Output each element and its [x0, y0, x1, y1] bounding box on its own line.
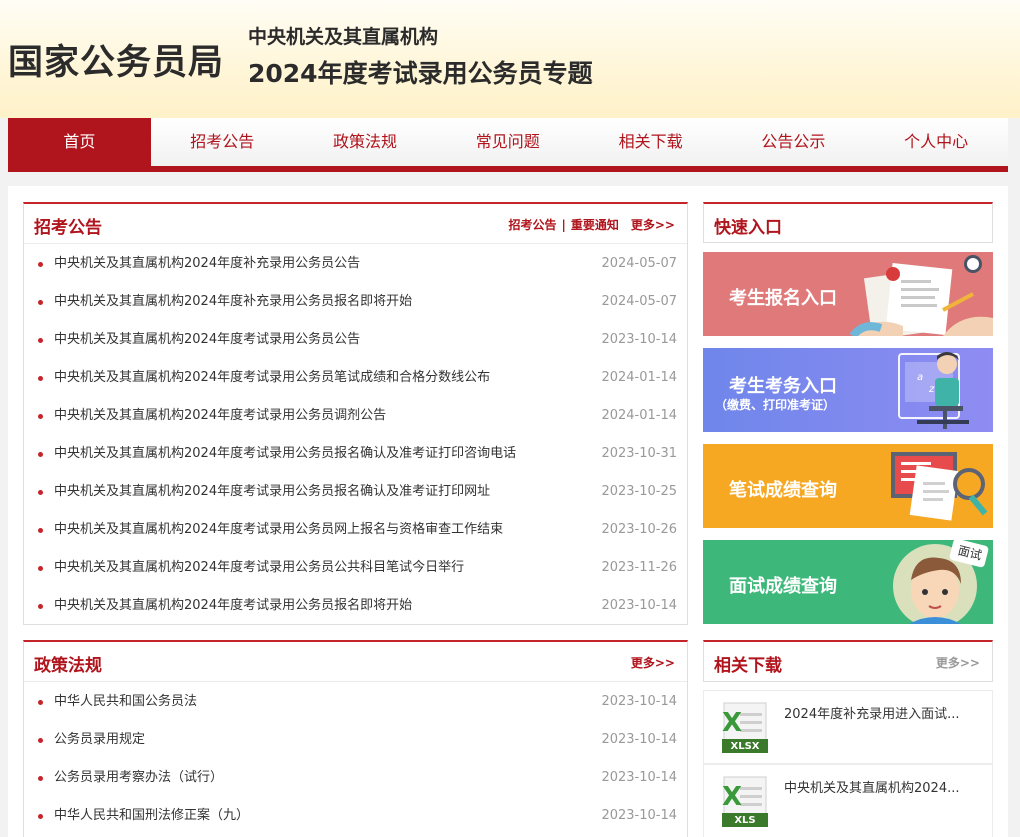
- article-link[interactable]: 中央机关及其直属机构2024年度考试录用公务员报名即将开始: [54, 598, 412, 613]
- nav-faq[interactable]: 常见问题: [436, 118, 579, 166]
- article-date: 2023-10-31: [601, 446, 677, 461]
- nav-personal[interactable]: 个人中心: [865, 118, 1008, 166]
- policy-panel: 政策法规 更多>> 中华人民共和国公务员法 2023-10-14 公务员录用规定 2…: [23, 640, 688, 837]
- list-item: 中央机关及其直属机构2024年度考试录用公务员报名确认及准考证打印咨询电话 202…: [24, 435, 687, 473]
- article-date: 2023-10-14: [601, 732, 677, 747]
- article-link[interactable]: 中华人民共和国刑法修正案（九）: [54, 808, 249, 823]
- site-logo[interactable]: 国家公务员局: [8, 34, 224, 85]
- svg-text:X: X: [722, 708, 742, 738]
- downloads-panel: 相关下载 更多>>: [703, 640, 993, 682]
- svg-text:z: z: [928, 384, 935, 395]
- article-link[interactable]: 中央机关及其直属机构2024年度补充录用公务员报名即将开始: [54, 294, 412, 309]
- quick-entry-panel: 快速入口: [703, 202, 993, 243]
- nav-downloads[interactable]: 相关下载: [579, 118, 722, 166]
- written-score-query-label: 笔试成绩查询: [729, 480, 837, 501]
- article-link[interactable]: 中央机关及其直属机构2024年度考试录用公务员公共科目笔试今日举行: [54, 560, 464, 575]
- article-link[interactable]: 中央机关及其直属机构2024年度考试录用公务员调剂公告: [54, 408, 386, 423]
- article-link[interactable]: 中央机关及其直属机构2024年度补充录用公务员公告: [54, 256, 360, 271]
- article-date: 2024-05-07: [601, 294, 677, 309]
- list-item: 中华人民共和国公务员法 2023-10-14: [24, 683, 687, 721]
- notice-link[interactable]: 重要通知: [571, 218, 619, 232]
- article-date: 2024-05-07: [601, 256, 677, 271]
- main-nav: 首页 招考公告 政策法规 常见问题 相关下载 公告公示 个人中心: [8, 118, 1008, 172]
- download-file-name: 中央机关及其直属机构2024...: [784, 781, 960, 796]
- recruit-panel-title: 招考公告: [34, 218, 102, 238]
- policy-more-link[interactable]: 更多>>: [631, 656, 675, 670]
- svg-text:X: X: [722, 782, 742, 812]
- list-item: 中央机关及其直属机构2024年度考试录用公务员公共科目笔试今日举行 2023-11…: [24, 549, 687, 587]
- exam-services-entry-label: 考生考务入口: [729, 376, 837, 397]
- article-date: 2024-01-14: [601, 408, 677, 423]
- list-item: 中央机关及其直属机构2024年度补充录用公务员报名即将开始 2024-05-07: [24, 283, 687, 321]
- article-link[interactable]: 中央机关及其直属机构2024年度考试录用公务员报名确认及准考证打印咨询电话: [54, 446, 516, 461]
- list-item: 公务员录用考察办法（试行） 2023-10-14: [24, 759, 687, 797]
- article-date: 2024-01-14: [601, 370, 677, 385]
- interview-score-query-button[interactable]: 面试 面试成绩查询: [703, 540, 993, 624]
- article-link[interactable]: 中华人民共和国公务员法: [54, 694, 197, 709]
- article-link[interactable]: 公务员录用考察办法（试行）: [54, 770, 223, 785]
- article-link[interactable]: 公务员录用规定: [54, 732, 145, 747]
- list-item: 公务员录用规定 2023-10-14: [24, 721, 687, 759]
- svg-text:a: a: [917, 372, 923, 383]
- registration-entry-label: 考生报名入口: [729, 288, 837, 309]
- downloads-panel-title: 相关下载: [714, 656, 782, 676]
- article-date: 2023-10-26: [601, 522, 677, 537]
- nav-notices[interactable]: 公告公示: [722, 118, 865, 166]
- exam-services-entry-sublabel: （缴费、打印准考证）: [715, 398, 836, 412]
- article-date: 2023-10-14: [601, 332, 677, 347]
- article-date: 2023-11-26: [601, 560, 677, 575]
- article-link[interactable]: 中央机关及其直属机构2024年度考试录用公务员报名确认及准考证打印网址: [54, 484, 490, 499]
- interview-score-query-label: 面试成绩查询: [729, 576, 837, 597]
- recruit-list: 中央机关及其直属机构2024年度补充录用公务员公告 2024-05-07 中央机关…: [24, 244, 687, 625]
- header-subtitle: 中央机关及其直属机构: [248, 26, 439, 48]
- header-title: 2024年度考试录用公务员专题: [248, 59, 593, 88]
- recruit-panel: 招考公告 招考公告 | 重要通知 更多>> 中央机关及其直属机构2024年度补充录用公…: [23, 202, 688, 625]
- list-item: 中央机关及其直属机构2024年度考试录用公务员网上报名与资格审查工作结束 2023…: [24, 511, 687, 549]
- article-link[interactable]: 中央机关及其直属机构2024年度考试录用公务员网上报名与资格审查工作结束: [54, 522, 503, 537]
- article-date: 2023-10-14: [601, 808, 677, 823]
- download-item[interactable]: X XLS 中央机关及其直属机构2024...: [703, 764, 993, 837]
- article-date: 2023-10-14: [601, 770, 677, 785]
- policy-panel-title: 政策法规: [34, 656, 102, 676]
- written-score-query-button[interactable]: 笔试成绩查询: [703, 444, 993, 528]
- policy-list: 中华人民共和国公务员法 2023-10-14 公务员录用规定 2023-10-14 …: [24, 682, 687, 835]
- download-file-name: 2024年度补充录用进入面试...: [784, 707, 960, 722]
- article-date: 2023-10-14: [601, 598, 677, 613]
- download-item[interactable]: X XLSX 2024年度补充录用进入面试...: [703, 690, 993, 764]
- file-type-label: XLSX: [730, 741, 760, 752]
- file-type-label: XLS: [734, 815, 756, 826]
- article-date: 2023-10-25: [601, 484, 677, 499]
- nav-recruit[interactable]: 招考公告: [151, 118, 294, 166]
- article-link[interactable]: 中央机关及其直属机构2024年度考试录用公务员公告: [54, 332, 360, 347]
- recruit-link[interactable]: 招考公告: [508, 218, 556, 232]
- quick-entry-title: 快速入口: [714, 218, 782, 238]
- list-item: 中央机关及其直属机构2024年度补充录用公务员公告 2024-05-07: [24, 245, 687, 283]
- list-item: 中央机关及其直属机构2024年度考试录用公务员公告 2023-10-14: [24, 321, 687, 359]
- nav-home[interactable]: 首页: [8, 118, 151, 166]
- list-item: 中华人民共和国刑法修正案（九） 2023-10-14: [24, 797, 687, 835]
- exam-services-entry-button[interactable]: a z 考生考务入口 （缴费、打印准考证）: [703, 348, 993, 432]
- list-item: 中央机关及其直属机构2024年度考试录用公务员笔试成绩和合格分数线公布 2024-…: [24, 359, 687, 397]
- downloads-more-link[interactable]: 更多>>: [936, 656, 980, 670]
- list-item: 中央机关及其直属机构2024年度考试录用公务员报名即将开始 2023-10-14: [24, 587, 687, 625]
- nav-policy[interactable]: 政策法规: [294, 118, 437, 166]
- registration-entry-button[interactable]: 考生报名入口: [703, 252, 993, 336]
- link-separator: |: [561, 218, 566, 232]
- list-item: 中央机关及其直属机构2024年度考试录用公务员报名确认及准考证打印网址 2023-…: [24, 473, 687, 511]
- recruit-more-link[interactable]: 更多>>: [631, 218, 675, 232]
- list-item: 中央机关及其直属机构2024年度考试录用公务员调剂公告 2024-01-14: [24, 397, 687, 435]
- article-date: 2023-10-14: [601, 694, 677, 709]
- site-header: 国家公务员局 中央机关及其直属机构 2024年度考试录用公务员专题: [0, 0, 1020, 118]
- article-link[interactable]: 中央机关及其直属机构2024年度考试录用公务员笔试成绩和合格分数线公布: [54, 370, 490, 385]
